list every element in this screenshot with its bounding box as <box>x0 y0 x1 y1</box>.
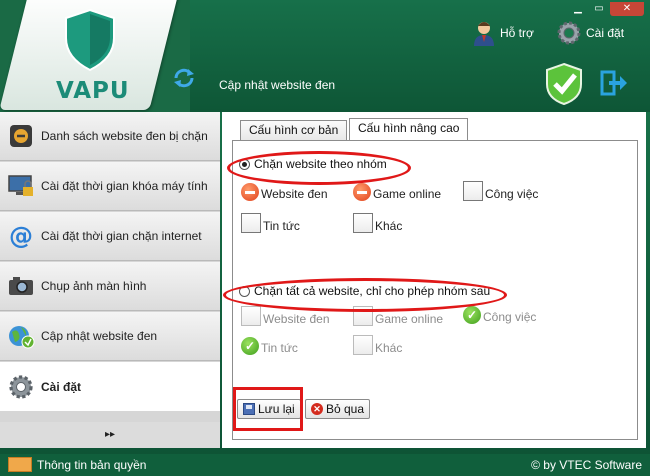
internet-icon: @ <box>9 222 33 250</box>
gear-icon <box>557 21 581 45</box>
check-icon: ✓ <box>463 306 481 324</box>
license-label: Thông tin bản quyền <box>37 457 147 472</box>
page-title: Cập nhật website đen <box>219 78 336 92</box>
allow-option-game-online[interactable]: Game online <box>353 306 443 326</box>
sidebar-item-update[interactable]: Cập nhật website đen <box>0 312 220 361</box>
cancel-icon: ✕ <box>311 403 323 415</box>
checkbox[interactable] <box>463 181 483 201</box>
save-label: Lưu lại <box>258 402 295 416</box>
sidebar-item-internet-block[interactable]: @ Cài đặt thời gian chặn internet <box>0 212 220 261</box>
close-button[interactable]: ✕ <box>610 2 644 16</box>
allow-mode-radio[interactable]: Chặn tất cả website, chỉ cho phép nhóm s… <box>239 284 490 298</box>
group-mode-radio[interactable]: Chặn website theo nhóm <box>239 157 387 171</box>
sidebar-item-label: Chụp ảnh màn hình <box>41 279 147 293</box>
checkbox[interactable] <box>353 213 373 233</box>
cancel-button[interactable]: ✕ Bỏ qua <box>305 399 371 419</box>
shield-logo-icon <box>65 8 115 72</box>
checkbox[interactable] <box>241 306 261 326</box>
allow-option-other[interactable]: Khác <box>353 335 402 355</box>
checkbox[interactable] <box>241 213 261 233</box>
content-panel: Cấu hình cơ bản Cấu hình nâng cao Chặn w… <box>222 112 646 448</box>
radio-unselected-indicator[interactable] <box>239 285 250 297</box>
sidebar-item-blacklist[interactable]: Danh sách website đen bị chặn <box>0 112 220 161</box>
group-option-work[interactable]: Công việc <box>463 181 538 201</box>
tab-basic-config[interactable]: Cấu hình cơ bản <box>240 120 348 140</box>
computer-lock-icon <box>8 175 33 196</box>
save-button[interactable]: Lưu lại <box>237 399 301 419</box>
allow-mode-label: Chặn tất cả website, chỉ cho phép nhóm s… <box>254 284 491 298</box>
svg-text:@: @ <box>9 222 33 250</box>
sidebar-item-label: Cài đặt thời gian chặn internet <box>41 229 202 243</box>
settings-label: Cài đặt <box>586 26 625 40</box>
sidebar-item-settings[interactable]: Cài đặt <box>0 362 220 411</box>
save-icon <box>243 403 255 415</box>
app-window: VAPU ▁ ▭ ✕ Hỗ trợ Cài đặt Cập nhật websi… <box>0 0 650 476</box>
minimize-button[interactable]: ▁ <box>568 2 588 16</box>
sidebar-expand-button[interactable]: ▸▸ <box>0 422 220 448</box>
copyright-text: © by VTEC Software <box>531 458 642 472</box>
support-person-icon <box>474 22 494 46</box>
sidebar-item-label: Cài đặt <box>41 379 82 394</box>
sidebar-item-computer-lock[interactable]: Cài đặt thời gian khóa máy tính <box>0 162 220 211</box>
sidebar-item-screenshot[interactable]: Chụp ảnh màn hình <box>0 262 220 311</box>
globe-update-icon <box>9 326 35 349</box>
status-bar: Thông tin bản quyền © by VTEC Software <box>0 454 650 476</box>
header-bar: VAPU ▁ ▭ ✕ Hỗ trợ Cài đặt Cập nhật websi… <box>0 0 650 112</box>
option-label: Tin tức <box>261 341 298 355</box>
settings-link[interactable]: Cài đặt <box>556 20 624 46</box>
checkbox[interactable] <box>353 306 373 326</box>
gear-icon <box>9 374 33 399</box>
cancel-label: Bỏ qua <box>326 402 365 416</box>
option-label: Công việc <box>483 310 537 324</box>
advanced-config-panel: Chặn website theo nhóm Website đen Game … <box>223 140 638 440</box>
window-controls: ▁ ▭ ✕ <box>568 2 644 16</box>
allow-option-work[interactable]: ✓ Công việc <box>463 306 536 324</box>
option-label: Game online <box>375 312 444 326</box>
group-option-news[interactable]: Tin tức <box>241 213 300 233</box>
group-option-other[interactable]: Khác <box>353 213 402 233</box>
allow-option-news[interactable]: ✓ Tin tức <box>241 337 298 355</box>
license-icon <box>8 457 32 472</box>
option-label: Khác <box>375 219 403 233</box>
sidebar-item-label: Danh sách website đen bị chặn <box>41 129 208 143</box>
blocked-list-icon <box>10 125 32 147</box>
check-icon: ✓ <box>241 337 259 355</box>
option-label: Website đen <box>263 312 330 326</box>
exit-icon[interactable] <box>600 70 628 96</box>
logo-plate: VAPU <box>0 0 190 112</box>
sidebar-item-label: Cập nhật website đen <box>41 329 158 343</box>
logo-text: VAPU <box>56 78 130 104</box>
radio-selected-indicator[interactable] <box>239 158 250 170</box>
protected-shield-icon <box>546 62 582 106</box>
option-label: Tin tức <box>263 219 300 233</box>
restore-button[interactable]: ▭ <box>589 2 609 16</box>
group-option-blacklist[interactable]: Website đen <box>241 183 328 201</box>
group-mode-label: Chặn website theo nhóm <box>254 157 387 171</box>
allow-option-blacklist[interactable]: Website đen <box>241 306 330 326</box>
blocked-icon <box>241 183 259 201</box>
group-option-game-online[interactable]: Game online <box>353 183 441 201</box>
option-label: Khác <box>375 341 403 355</box>
blocked-icon <box>353 183 371 201</box>
camera-icon <box>9 277 33 295</box>
sidebar-item-label: Cài đặt thời gian khóa máy tính <box>41 179 208 193</box>
option-label: Game online <box>373 187 442 201</box>
checkbox[interactable] <box>353 335 373 355</box>
sidebar: Danh sách website đen bị chặn Cài đặt th… <box>0 112 220 448</box>
support-label: Hỗ trợ <box>500 26 534 40</box>
tab-advanced-config[interactable]: Cấu hình nâng cao <box>349 118 469 140</box>
support-link[interactable]: Hỗ trợ <box>472 20 534 46</box>
refresh-icon[interactable] <box>172 68 196 88</box>
option-label: Công việc <box>485 187 539 201</box>
license-link[interactable]: Thông tin bản quyền <box>8 457 146 472</box>
option-label: Website đen <box>261 187 328 201</box>
